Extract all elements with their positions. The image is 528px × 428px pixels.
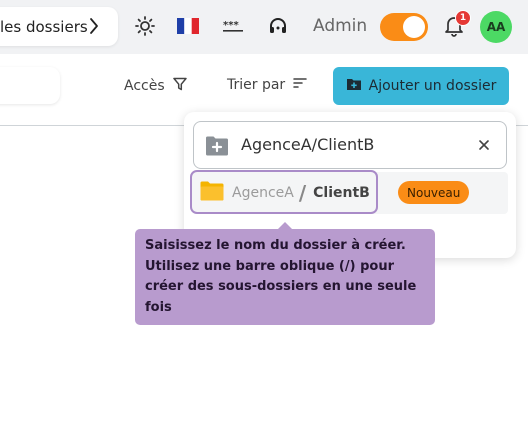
add-folder-label: Ajouter un dossier [368,78,497,94]
folder-path-parent: AgenceA [232,185,294,201]
top-bar: les dossiers *** Admin 1 AA [0,0,528,54]
new-badge: Nouveau [398,181,470,204]
help-tooltip: Saisissez le nom du dossier à créer. Uti… [135,229,435,325]
notification-badge: 1 [455,10,471,26]
access-filter-button[interactable]: Accès [124,77,187,95]
folder-add-icon [346,77,362,95]
access-label: Accès [124,78,165,94]
breadcrumb-button[interactable]: les dossiers [0,7,118,46]
admin-label: Admin [313,16,368,36]
folder-icon [200,181,224,205]
folder-path[interactable]: AgenceA / ClientB [200,181,370,205]
filter-icon [172,77,187,95]
folder-plus-icon [205,136,229,160]
password-icon[interactable]: *** [221,14,245,38]
admin-toggle[interactable] [380,13,428,41]
folder-name-value: AgenceA/ClientB [241,135,375,154]
svg-text:***: *** [223,20,239,31]
folder-name-input[interactable]: AgenceA/ClientB [193,121,507,169]
folder-path-separator: / [298,181,307,205]
sort-icon [293,77,307,93]
avatar[interactable]: AA [480,11,512,43]
headset-icon[interactable] [266,14,290,38]
close-icon[interactable] [478,136,490,155]
sort-button[interactable]: Trier par [227,77,307,93]
folder-path-leaf: ClientB [313,185,370,201]
sort-label: Trier par [227,77,286,93]
france-flag-icon[interactable] [176,14,200,38]
add-folder-button[interactable]: Ajouter un dossier [333,67,509,105]
toggle-knob [403,16,425,38]
chevron-right-icon [88,16,100,40]
breadcrumb-label: les dossiers [0,17,88,36]
search-input[interactable] [0,67,60,104]
sun-icon[interactable] [133,14,157,38]
